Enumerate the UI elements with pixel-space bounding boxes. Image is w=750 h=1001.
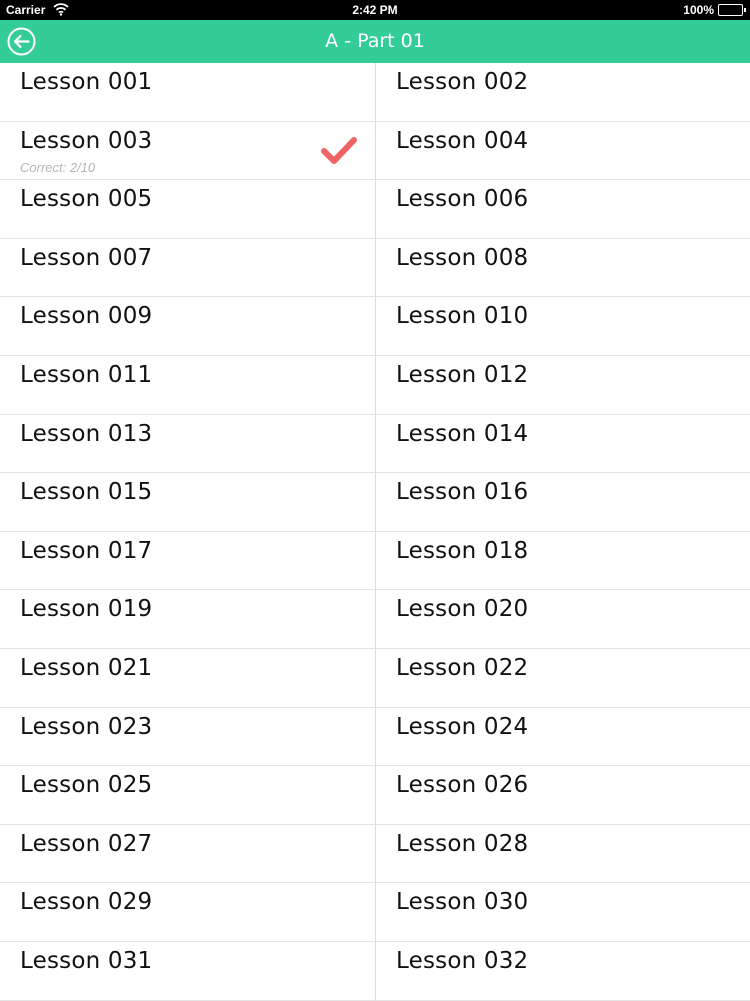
lesson-cell[interactable]: Lesson 012: [376, 355, 750, 415]
status-bar: Carrier 2:42 PM 100%: [0, 0, 750, 20]
lesson-cell[interactable]: Lesson 029: [0, 883, 376, 942]
lesson-cell[interactable]: Lesson 004: [376, 121, 750, 181]
lesson-cell[interactable]: Lesson 022: [376, 648, 750, 708]
lesson-label: Lesson 026: [396, 772, 529, 799]
lesson-label: Lesson 019: [20, 596, 153, 623]
lesson-label: Lesson 032: [396, 947, 529, 974]
lesson-label: Lesson 010: [396, 303, 529, 330]
lesson-label: Lesson 003: [20, 127, 153, 154]
lesson-cell[interactable]: Lesson 002: [376, 63, 750, 122]
battery-icon: [718, 4, 746, 16]
lesson-label: Lesson 020: [396, 596, 529, 623]
lesson-label: Lesson 027: [20, 830, 153, 857]
lesson-label: Lesson 030: [396, 889, 529, 916]
clock: 2:42 PM: [352, 3, 398, 17]
lesson-label: Lesson 028: [396, 830, 529, 857]
lesson-cell[interactable]: Lesson 006: [376, 180, 750, 239]
lesson-label: Lesson 012: [396, 361, 529, 388]
lesson-cell[interactable]: Lesson 032: [376, 941, 750, 1001]
lesson-cell[interactable]: Lesson 026: [376, 766, 750, 825]
lesson-label: Lesson 015: [20, 479, 153, 506]
navigation-bar: A - Part 01: [0, 20, 750, 63]
lesson-label: Lesson 029: [20, 889, 153, 916]
lesson-cell[interactable]: Lesson 016: [376, 473, 750, 532]
lesson-label: Lesson 021: [20, 654, 153, 681]
lesson-label: Lesson 025: [20, 772, 153, 799]
lesson-label: Lesson 007: [20, 244, 153, 271]
lesson-label: Lesson 008: [396, 244, 529, 271]
lesson-label: Lesson 001: [20, 69, 153, 95]
lesson-label: Lesson 013: [20, 420, 153, 447]
lesson-label: Lesson 011: [20, 361, 153, 388]
lesson-cell[interactable]: Lesson 018: [376, 531, 750, 591]
lesson-label: Lesson 014: [396, 420, 529, 447]
lesson-cell[interactable]: Lesson 023: [0, 707, 376, 767]
lesson-cell[interactable]: Lesson 015: [0, 473, 376, 532]
lesson-label: Lesson 023: [20, 713, 153, 740]
lesson-cell[interactable]: Lesson 007: [0, 238, 376, 298]
lesson-cell[interactable]: Lesson 013: [0, 414, 376, 474]
lesson-label: Lesson 002: [396, 69, 529, 95]
lesson-cell[interactable]: Lesson 009: [0, 297, 376, 356]
lesson-cell[interactable]: Lesson 030: [376, 883, 750, 942]
checkmark-icon: [321, 136, 357, 164]
lesson-cell[interactable]: Lesson 024: [376, 707, 750, 767]
page-title: A - Part 01: [325, 30, 425, 52]
lesson-cell[interactable]: Lesson 005: [0, 180, 376, 239]
lesson-cell[interactable]: Lesson 001: [0, 63, 376, 122]
lesson-cell[interactable]: Lesson 017: [0, 531, 376, 591]
lesson-label: Lesson 004: [396, 127, 529, 154]
lesson-cell[interactable]: Lesson 031: [0, 941, 376, 1001]
lesson-label: Lesson 031: [20, 947, 153, 974]
lesson-cell[interactable]: Lesson 019: [0, 590, 376, 649]
lesson-label: Lesson 017: [20, 537, 153, 564]
lesson-cell[interactable]: Lesson 021: [0, 648, 376, 708]
lesson-cell[interactable]: Lesson 014: [376, 414, 750, 474]
lesson-label: Lesson 005: [20, 186, 153, 213]
battery-percentage: 100%: [683, 3, 714, 17]
lesson-label: Lesson 022: [396, 654, 529, 681]
lesson-cell[interactable]: Lesson 010: [376, 297, 750, 356]
lesson-score: Correct: 2/10: [20, 159, 96, 175]
lesson-cell[interactable]: Lesson 011: [0, 355, 376, 415]
lesson-cell[interactable]: Lesson 028: [376, 824, 750, 884]
lesson-cell[interactable]: Lesson 003 Correct: 2/10: [0, 121, 376, 181]
lesson-label: Lesson 016: [396, 479, 529, 506]
lesson-label: Lesson 018: [396, 537, 529, 564]
lesson-cell[interactable]: Lesson 020: [376, 590, 750, 649]
lesson-label: Lesson 009: [20, 303, 153, 330]
lesson-grid: Lesson 001 Lesson 002 Lesson 003 Correct: 2…: [0, 63, 750, 1001]
lesson-cell[interactable]: Lesson 025: [0, 766, 376, 825]
lesson-cell[interactable]: Lesson 027: [0, 824, 376, 884]
lesson-label: Lesson 024: [396, 713, 529, 740]
lesson-cell[interactable]: Lesson 008: [376, 238, 750, 298]
lesson-label: Lesson 006: [396, 186, 529, 213]
